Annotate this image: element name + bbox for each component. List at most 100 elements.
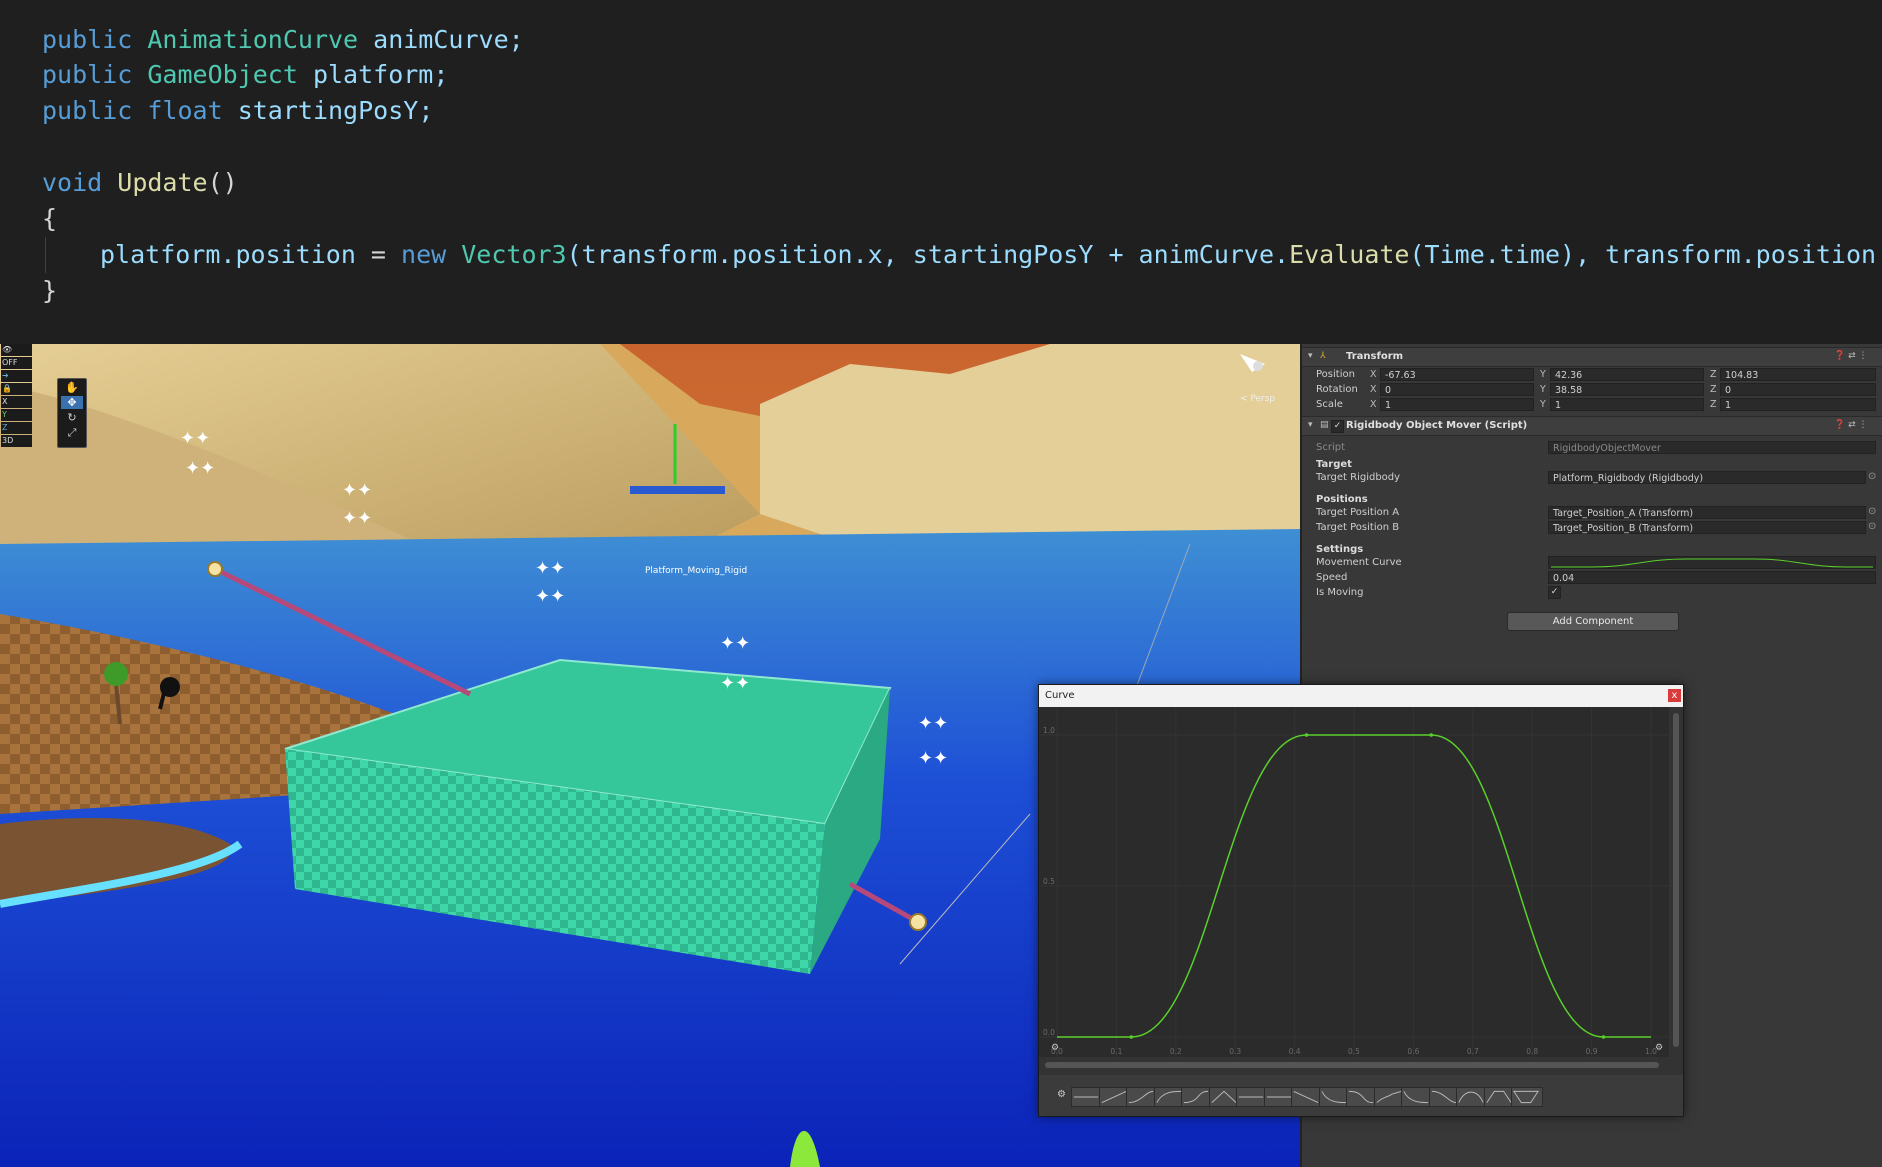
- section-target: Target: [1316, 459, 1352, 470]
- rotation-x-field[interactable]: 0: [1380, 383, 1534, 396]
- rotation-y-field[interactable]: 38.58: [1550, 383, 1704, 396]
- presets-settings-icon[interactable]: ⚙: [1057, 1089, 1066, 1100]
- svg-text:✦✦: ✦✦: [918, 748, 948, 769]
- rotation-z-field[interactable]: 0: [1720, 383, 1876, 396]
- scale-z-field[interactable]: 1: [1720, 398, 1876, 411]
- x-tick-label: 0.2: [1170, 1047, 1182, 1056]
- svg-text:✦✦: ✦✦: [180, 428, 210, 449]
- x-tick-label: 0.9: [1586, 1047, 1598, 1056]
- curve-preview: [1551, 558, 1873, 568]
- rotate-tool-icon[interactable]: ↻: [61, 411, 83, 424]
- position-y-field[interactable]: 42.36: [1550, 368, 1704, 381]
- header-menu-icons[interactable]: ❓ ⇄ ⋮: [1834, 420, 1867, 430]
- y-axis-toggle[interactable]: Y: [1, 409, 32, 421]
- persp-label[interactable]: < Persp: [1240, 394, 1275, 404]
- svg-text:✦✦: ✦✦: [918, 713, 948, 734]
- off-toggle[interactable]: OFF: [1, 357, 32, 369]
- mover-header[interactable]: ▾ ▤ ✓ Rigidbody Object Mover (Script) ❓ …: [1302, 416, 1882, 436]
- rotation-label: Rotation: [1316, 384, 1358, 395]
- speed-label: Speed: [1316, 572, 1348, 583]
- scale-y-field[interactable]: 1: [1550, 398, 1704, 411]
- x-tick-label: 0.3: [1229, 1047, 1241, 1056]
- x-tick-label: 0.6: [1407, 1047, 1419, 1056]
- curve-key[interactable]: [1304, 733, 1309, 737]
- position-z-field[interactable]: 104.83: [1720, 368, 1876, 381]
- position-x-field[interactable]: -67.63: [1380, 368, 1534, 381]
- indent-guide: [45, 237, 46, 273]
- code-line-body: platform.position = new Vector3(transfor…: [100, 240, 1882, 269]
- visibility-icon[interactable]: 👁: [1, 344, 32, 356]
- object-picker-icon[interactable]: ⊙: [1868, 471, 1876, 482]
- script-icon: ▤: [1320, 420, 1329, 430]
- curve-preset-button[interactable]: [1511, 1087, 1543, 1107]
- curve-key[interactable]: [1601, 1035, 1606, 1039]
- header-menu-icons[interactable]: ❓ ⇄ ⋮: [1834, 351, 1867, 361]
- curve-window-title: Curve: [1045, 690, 1075, 701]
- svg-text:✦✦: ✦✦: [535, 558, 565, 579]
- x-tick-label: 0.4: [1289, 1047, 1301, 1056]
- scale-tool-icon[interactable]: ⤢: [61, 426, 83, 439]
- add-component-button[interactable]: Add Component: [1507, 612, 1679, 631]
- x-tick-label: 0.8: [1526, 1047, 1538, 1056]
- code-editor[interactable]: public AnimationCurve animCurve; public …: [0, 0, 1882, 344]
- svg-text:✦✦: ✦✦: [720, 633, 750, 654]
- close-button[interactable]: x: [1668, 689, 1681, 702]
- vertical-scrollbar[interactable]: [1673, 713, 1679, 1047]
- scale-x-field[interactable]: 1: [1380, 398, 1534, 411]
- horizontal-scrollbar[interactable]: [1045, 1062, 1659, 1068]
- curve-presets-bar: ⚙: [1039, 1075, 1683, 1116]
- script-label: Script: [1316, 442, 1346, 453]
- transform-header[interactable]: ▾ ⅄ Transform ❓ ⇄ ⋮: [1302, 347, 1882, 367]
- z-axis-toggle[interactable]: Z: [1, 422, 32, 434]
- target-position-b-field[interactable]: Target_Position_B (Transform): [1548, 521, 1866, 534]
- transform-icon: ⅄: [1320, 351, 1326, 361]
- curve-plot[interactable]: 1.00.50.0 0.0 0.1 0.2 0.3 0.4 0.5 0.6 0.7 0.8 0.9…: [1039, 707, 1683, 1075]
- x-tick-label: 0.1: [1110, 1047, 1122, 1056]
- x-tick-label: 0.7: [1467, 1047, 1479, 1056]
- is-moving-label: Is Moving: [1316, 587, 1364, 598]
- code-line-method: void Update(): [42, 168, 238, 197]
- target-rigidbody-label: Target Rigidbody: [1316, 472, 1401, 483]
- movement-curve-field[interactable]: [1548, 556, 1876, 569]
- curve-window-titlebar[interactable]: Curve x: [1039, 685, 1683, 707]
- y-tick-label: 0.5: [1043, 877, 1055, 886]
- code-line-3: public float startingPosY;: [42, 96, 434, 125]
- is-moving-checkbox[interactable]: ✓: [1548, 586, 1561, 599]
- x-axis-toggle[interactable]: X: [1, 396, 32, 408]
- right-key-settings-icon[interactable]: ⚙: [1655, 1043, 1663, 1053]
- curve-key[interactable]: [1429, 733, 1434, 737]
- foldout-icon[interactable]: ▾: [1308, 420, 1313, 430]
- speed-field[interactable]: 0.04: [1548, 571, 1876, 584]
- code-close-brace: }: [42, 276, 58, 305]
- scale-label: Scale: [1316, 399, 1343, 410]
- lock-icon[interactable]: 🔒: [1, 383, 32, 395]
- curve-key[interactable]: [1129, 1035, 1134, 1039]
- movement-curve-label: Movement Curve: [1316, 557, 1402, 568]
- curve-editor-window: Curve x 1.0 0.5 0.0 0.0 0.1 0.2 0.3 0.4 0.5 0.6 0…: [1038, 684, 1684, 1117]
- foldout-icon[interactable]: ▾: [1308, 351, 1313, 361]
- move-snap-icon[interactable]: ➔: [1, 370, 32, 382]
- svg-text:✦✦: ✦✦: [185, 458, 215, 479]
- transform-tool-strip: ✋ ✥ ↻ ⤢: [57, 378, 87, 448]
- object-picker-icon[interactable]: ⊙: [1868, 521, 1876, 532]
- y-tick-label: 1.0: [1043, 726, 1055, 735]
- target-rigidbody-field[interactable]: Platform_Rigidbody (Rigidbody): [1548, 471, 1866, 484]
- position-label: Position: [1316, 369, 1355, 380]
- left-key-settings-icon[interactable]: ⚙: [1051, 1043, 1059, 1053]
- section-positions: Positions: [1316, 494, 1368, 505]
- move-tool-icon[interactable]: ✥: [61, 396, 83, 409]
- code-open-brace: {: [42, 204, 58, 233]
- svg-text:✦✦: ✦✦: [535, 586, 565, 607]
- curve-graph[interactable]: 1.0 0.5 0.0 0.0 0.1 0.2 0.3 0.4 0.5 0.6 0.7 0.8 0.9…: [1039, 707, 1683, 1075]
- selection-label: Platform_Moving_Rigid: [645, 566, 748, 576]
- 3d-toggle[interactable]: 3D: [1, 435, 32, 447]
- component-enabled-checkbox[interactable]: ✓: [1331, 420, 1344, 433]
- hand-tool-icon[interactable]: ✋: [61, 381, 83, 394]
- object-picker-icon[interactable]: ⊙: [1868, 506, 1876, 517]
- svg-text:✦✦: ✦✦: [342, 480, 372, 501]
- code-line-2: public GameObject platform;: [42, 60, 449, 89]
- scene-overlay-toolbar: 👁 OFF ➔ 🔒 X Y Z 3D: [0, 344, 32, 456]
- target-position-b-label: Target Position B: [1316, 522, 1400, 533]
- target-position-a-field[interactable]: Target_Position_A (Transform): [1548, 506, 1866, 519]
- x-tick-label: 0.5: [1348, 1047, 1360, 1056]
